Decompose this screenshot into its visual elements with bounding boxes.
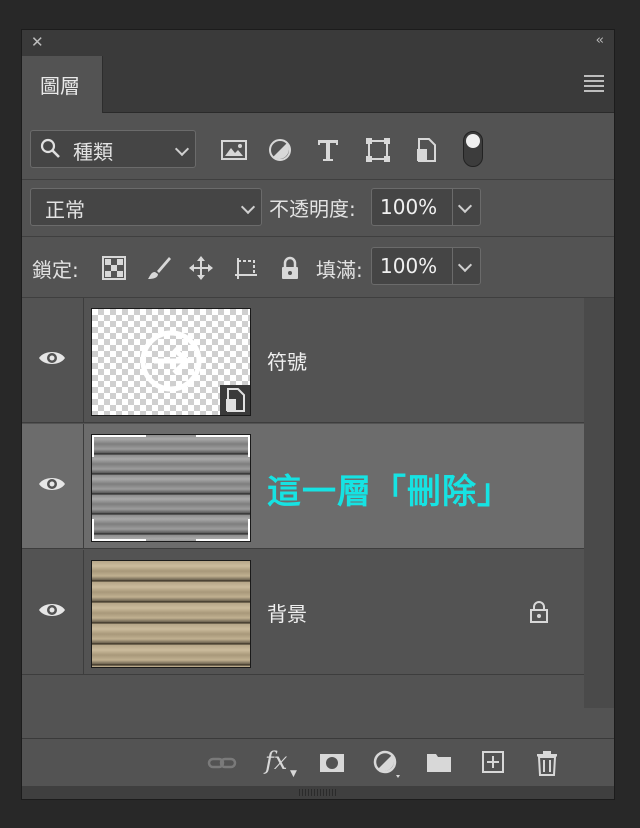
trash-icon[interactable] [534, 749, 560, 777]
selection-corners-icon [92, 435, 250, 541]
eye-icon[interactable] [38, 600, 66, 620]
triangle-down-icon: ▼ [290, 769, 297, 779]
layers-list: 符號 這一層「刪除」 背景 [22, 298, 614, 738]
opacity-value[interactable]: 100% [380, 195, 437, 219]
tab-layers[interactable]: 圖層 [22, 56, 103, 113]
layer-mask-icon[interactable] [318, 749, 346, 777]
resize-grip[interactable] [299, 789, 337, 796]
layer-row-background[interactable]: 背景 [22, 550, 584, 675]
blend-row: 正常 不透明度: 100% [22, 180, 614, 237]
chevron-down-icon[interactable] [457, 198, 473, 214]
layers-bottom-toolbar: fx ▼ [22, 738, 614, 787]
blend-mode-label: 正常 [45, 198, 85, 222]
fill-label: 填滿: [316, 258, 363, 282]
layer-row-selected[interactable]: 這一層「刪除」 [22, 424, 584, 549]
eye-icon[interactable] [38, 474, 66, 494]
lock-position-icon[interactable] [188, 255, 214, 281]
opacity-label: 不透明度: [269, 197, 356, 221]
layer-thumbnail [91, 434, 251, 542]
arrow-circle-icon [140, 330, 250, 415]
image-filter-icon[interactable] [219, 135, 249, 165]
lock-icon[interactable] [528, 600, 550, 624]
visibility-cell[interactable] [22, 298, 84, 422]
layer-thumbnail [91, 308, 251, 416]
lock-image-pixels-icon[interactable] [146, 255, 172, 281]
chevron-down-icon[interactable] [457, 257, 473, 273]
group-folder-icon[interactable] [425, 749, 453, 775]
lock-artboard-icon[interactable] [233, 255, 259, 281]
close-icon[interactable]: ✕ [31, 33, 44, 51]
panel-titlebar: ✕ ‹‹ [22, 30, 614, 57]
layers-scrollbar[interactable] [584, 298, 614, 708]
lock-all-icon[interactable] [277, 255, 303, 281]
layer-name[interactable]: 符號 [267, 346, 307, 375]
adjustment-layer-icon[interactable] [372, 749, 402, 779]
layer-row-symbol[interactable]: 符號 [22, 298, 584, 423]
blend-mode-dropdown[interactable]: 正常 [30, 188, 262, 226]
lock-row: 鎖定: 填滿: 100% [22, 237, 614, 298]
lock-label: 鎖定: [32, 258, 79, 282]
filter-kind-dropdown[interactable]: 種類 [30, 130, 196, 168]
fill-value[interactable]: 100% [380, 254, 437, 278]
lock-transparent-pixels-icon[interactable] [101, 255, 127, 281]
smart-object-filter-icon[interactable] [411, 135, 441, 165]
search-icon [40, 138, 60, 158]
new-layer-icon[interactable] [480, 749, 506, 775]
visibility-cell[interactable] [22, 550, 84, 674]
filter-row: 種類 [22, 113, 614, 180]
panel-footer [22, 786, 614, 799]
layer-name[interactable]: 背景 [267, 598, 307, 627]
filter-kind-label: 種類 [73, 140, 113, 164]
collapse-icon[interactable]: ‹‹ [596, 33, 605, 48]
adjustment-filter-icon[interactable] [265, 135, 295, 165]
chevron-down-icon [240, 199, 256, 215]
chevron-down-icon [174, 141, 190, 157]
eye-icon[interactable] [38, 348, 66, 368]
filter-toggle[interactable] [463, 131, 483, 167]
visibility-cell[interactable] [22, 424, 84, 548]
tab-layers-label: 圖層 [40, 74, 80, 98]
shape-filter-icon[interactable] [363, 135, 393, 165]
panel-menu-icon[interactable] [584, 75, 604, 95]
link-layers-icon[interactable] [207, 749, 237, 777]
fx-icon[interactable]: fx [265, 747, 287, 775]
tab-row: 圖層 [22, 56, 614, 113]
layers-panel: ✕ ‹‹ 圖層 種類 正常 不透明度: 100% 鎖定: 填滿: 100% 符號… [21, 29, 615, 800]
layer-name[interactable]: 這一層「刪除」 [267, 464, 512, 513]
opacity-field[interactable]: 100% [371, 188, 481, 226]
layer-thumbnail [91, 560, 251, 668]
type-filter-icon[interactable] [313, 135, 343, 165]
fill-field[interactable]: 100% [371, 247, 481, 285]
